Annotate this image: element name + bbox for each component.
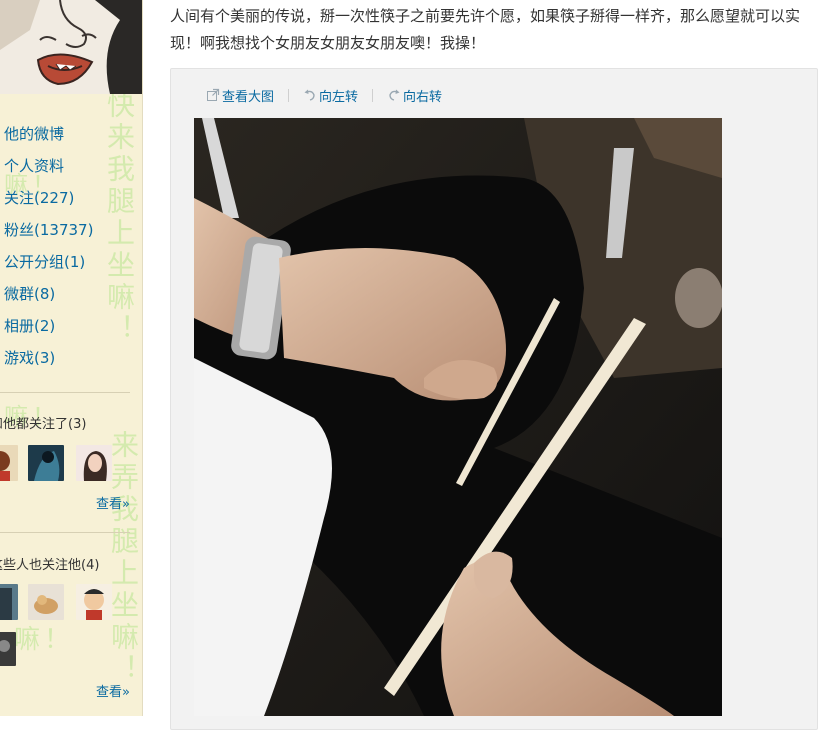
user-avatar[interactable] xyxy=(28,584,64,620)
followers-title: 这些人也关注他(4) xyxy=(0,558,100,573)
user-avatar[interactable] xyxy=(0,632,16,666)
mutual-follow-title: 和他都关注了(3) xyxy=(0,417,87,432)
nav-item-weibo[interactable]: 他的微博 xyxy=(0,118,140,150)
view-large-label: 查看大图 xyxy=(222,89,275,105)
image-toolbar: 查看大图 向左转 向右转 xyxy=(206,84,456,106)
sidebar-divider xyxy=(0,532,130,533)
followers-avatars xyxy=(0,584,140,622)
nav-item-public-groups[interactable]: 公开分组(1) xyxy=(0,246,140,278)
profile-nav: 他的微博 个人资料 关注(227) 粉丝(13737) 公开分组(1) 微群(8… xyxy=(0,118,140,374)
toolbar-separator xyxy=(372,88,374,102)
user-avatar[interactable] xyxy=(0,584,18,620)
mutual-follow-more-link[interactable]: 查看» xyxy=(96,493,130,512)
nav-item-games[interactable]: 游戏(3) xyxy=(0,342,140,374)
profile-sidebar: 快来我腿上坐嘛！ 来弄我腿上坐嘛！ 嘛！ 嘛！ 嘛！ 他的微博 个人资料 关注(… xyxy=(0,0,143,716)
nav-item-albums[interactable]: 相册(2) xyxy=(0,310,140,342)
sidebar-background-text: 嘛！ xyxy=(14,625,75,655)
user-avatar[interactable] xyxy=(0,445,18,481)
view-large-button[interactable]: 查看大图 xyxy=(206,86,288,105)
nav-item-following[interactable]: 关注(227) xyxy=(0,182,140,214)
rotate-left-icon xyxy=(304,89,315,101)
view-large-icon xyxy=(207,88,220,101)
nav-item-fans[interactable]: 粉丝(13737) xyxy=(0,214,140,246)
rotate-right-label: 向右转 xyxy=(403,89,443,105)
rotate-left-label: 向左转 xyxy=(319,89,359,105)
post-text: 人间有个美丽的传说，掰一次性筷子之前要先许个愿，如果筷子掰得一样齐，那么愿望就可… xyxy=(170,7,801,52)
followers-more-link[interactable]: 查看» xyxy=(96,681,130,700)
user-avatar[interactable] xyxy=(76,445,112,481)
rotate-right-icon xyxy=(389,89,400,101)
toolbar-separator xyxy=(288,88,290,102)
nav-item-groups[interactable]: 微群(8) xyxy=(0,278,140,310)
nav-item-profile[interactable]: 个人资料 xyxy=(0,150,140,182)
mutual-follow-avatars xyxy=(0,445,140,483)
user-avatar[interactable] xyxy=(28,445,64,481)
rotate-right-button[interactable]: 向右转 xyxy=(387,86,456,105)
sidebar-divider xyxy=(0,392,130,393)
post-photo[interactable] xyxy=(194,118,722,716)
rotate-left-button[interactable]: 向左转 xyxy=(303,86,372,105)
user-avatar[interactable] xyxy=(76,584,112,620)
profile-cover-art xyxy=(0,0,142,94)
